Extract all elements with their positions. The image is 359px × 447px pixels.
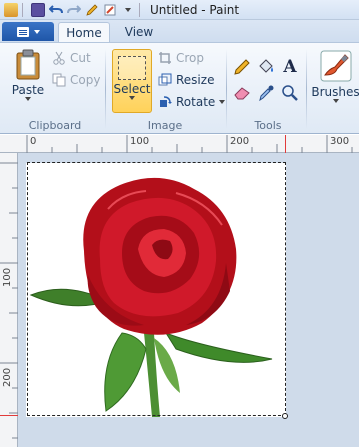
ruler-ticks bbox=[26, 135, 353, 153]
scissors-icon bbox=[53, 51, 65, 65]
tools-group-label: Tools bbox=[254, 119, 282, 132]
brushes-button[interactable]: Brushes bbox=[311, 49, 359, 103]
crop-label: Crop bbox=[176, 51, 205, 65]
vertical-ruler: 100 200 bbox=[0, 153, 18, 447]
rotate-label: Rotate bbox=[176, 95, 216, 109]
paint-app-icon[interactable] bbox=[4, 2, 18, 17]
divider bbox=[139, 2, 140, 17]
magnifier-tool[interactable] bbox=[280, 83, 300, 103]
cut-button[interactable]: Cut bbox=[52, 51, 91, 65]
fill-tool[interactable] bbox=[256, 57, 276, 77]
undo-icon[interactable] bbox=[48, 3, 63, 17]
ribbon: Paste Cut Copy Clipboard Select Crop Res… bbox=[0, 42, 359, 134]
window-title: Untitled - Paint bbox=[150, 2, 240, 17]
chevron-down-icon bbox=[332, 99, 339, 103]
clipboard-icon bbox=[16, 49, 40, 80]
selection-rectangle-icon bbox=[118, 56, 146, 80]
ruler-label: 100 bbox=[130, 136, 150, 147]
chevron-down-icon bbox=[129, 96, 135, 100]
group-divider bbox=[306, 49, 307, 129]
group-divider bbox=[226, 49, 227, 129]
pencil-tool[interactable] bbox=[232, 57, 252, 77]
tab-home[interactable]: Home bbox=[58, 22, 110, 42]
ruler-label: 100 bbox=[2, 267, 13, 287]
crop-button[interactable]: Crop bbox=[158, 51, 204, 65]
horizontal-ruler: 0 100 200 300 bbox=[0, 135, 359, 153]
chevron-down-icon bbox=[219, 100, 226, 104]
resize-label: Resize bbox=[176, 73, 215, 87]
paste-button[interactable]: Paste bbox=[8, 49, 48, 101]
resize-handle[interactable] bbox=[282, 413, 288, 419]
resize-icon bbox=[158, 73, 172, 86]
brush-icon bbox=[320, 50, 351, 82]
ruler-label: 0 bbox=[30, 136, 37, 147]
brush-icon[interactable] bbox=[103, 3, 117, 17]
copy-button[interactable]: Copy bbox=[52, 73, 100, 87]
chevron-down-icon bbox=[33, 29, 40, 34]
fill-icon bbox=[259, 59, 273, 73]
paste-label: Paste bbox=[11, 83, 45, 97]
copy-label: Copy bbox=[70, 73, 101, 87]
resize-button[interactable]: Resize bbox=[158, 73, 214, 87]
clipboard-group-label: Clipboard bbox=[28, 119, 82, 132]
pencil-icon[interactable] bbox=[85, 3, 99, 17]
ruler-ticks bbox=[0, 162, 18, 439]
ruler-label: 200 bbox=[230, 136, 250, 147]
title-bar: Untitled - Paint bbox=[0, 0, 359, 20]
select-button[interactable]: Select bbox=[112, 49, 152, 113]
image-group-label: Image bbox=[147, 119, 183, 132]
text-tool[interactable]: A bbox=[280, 57, 300, 77]
selection-marquee[interactable] bbox=[27, 162, 286, 416]
brushes-label: Brushes bbox=[311, 85, 359, 99]
divider bbox=[22, 2, 23, 17]
color-picker-tool[interactable] bbox=[256, 83, 276, 103]
ribbon-tab-row: Home View bbox=[0, 20, 359, 42]
rotate-button[interactable]: Rotate bbox=[158, 95, 226, 109]
color-picker-icon bbox=[259, 85, 274, 102]
eraser-icon bbox=[234, 87, 250, 100]
save-icon[interactable] bbox=[31, 2, 45, 17]
magnifier-icon bbox=[282, 85, 298, 101]
text-icon: A bbox=[283, 57, 297, 77]
ruler-label: 300 bbox=[330, 136, 350, 147]
chevron-down-icon bbox=[25, 97, 31, 101]
cursor-marker-horizontal bbox=[285, 135, 286, 153]
file-menu-button[interactable] bbox=[2, 22, 54, 41]
ruler-label: 200 bbox=[2, 367, 13, 387]
copy-icon bbox=[52, 73, 66, 87]
dropdown-icon[interactable] bbox=[121, 3, 135, 17]
rotate-icon bbox=[160, 96, 172, 107]
document-icon bbox=[16, 26, 29, 37]
cut-label: Cut bbox=[70, 51, 91, 65]
select-label: Select bbox=[113, 82, 151, 96]
eraser-tool[interactable] bbox=[232, 83, 252, 103]
crop-icon bbox=[159, 52, 171, 64]
redo-icon[interactable] bbox=[67, 3, 82, 17]
tab-view[interactable]: View bbox=[116, 22, 162, 42]
pencil-icon bbox=[234, 59, 250, 75]
group-divider bbox=[105, 49, 106, 129]
